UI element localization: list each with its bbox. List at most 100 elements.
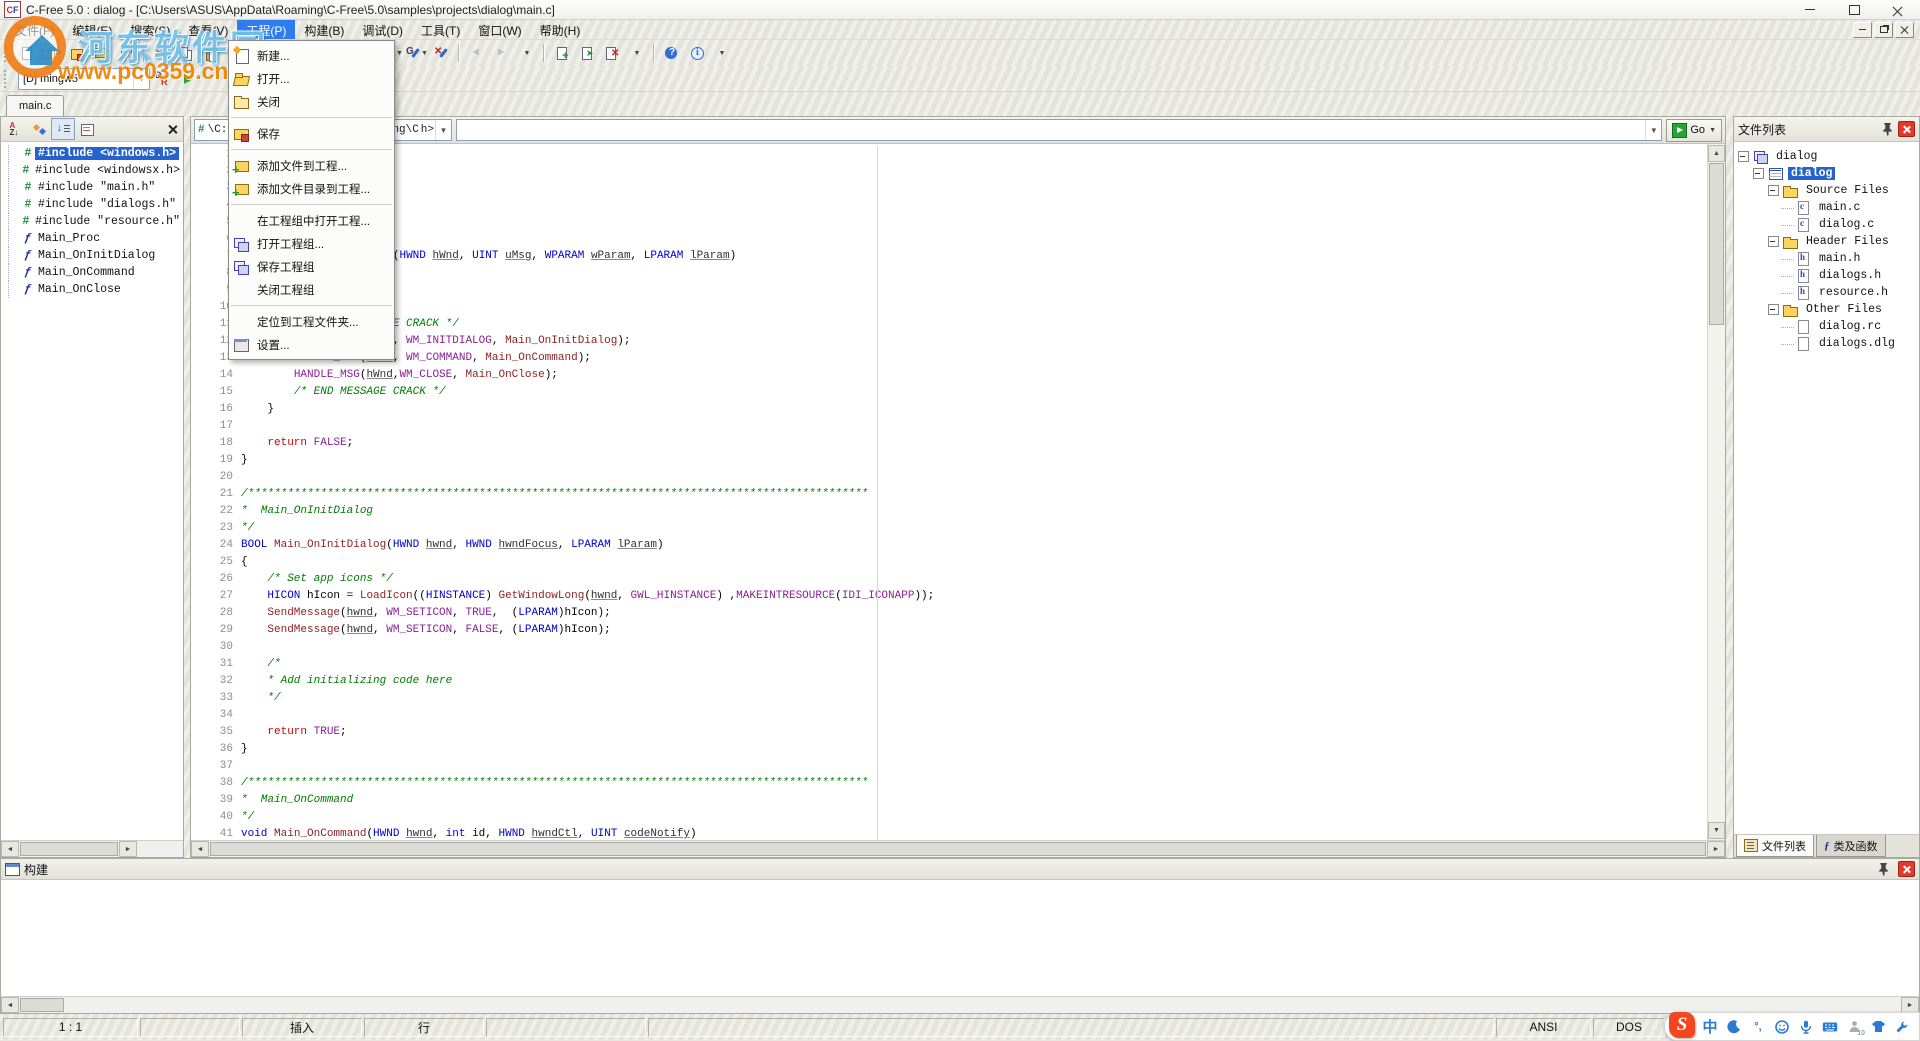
new-file-button[interactable] bbox=[14, 41, 39, 65]
help-more-button[interactable]: ▼ bbox=[709, 41, 734, 65]
symbol-panel-hscrollbar[interactable]: ◄ ► bbox=[1, 840, 183, 857]
chevron-down-icon[interactable]: ▼ bbox=[1645, 120, 1661, 140]
sort-file-order-button[interactable] bbox=[51, 118, 75, 140]
scroll-left-icon[interactable]: ◄ bbox=[1, 997, 19, 1013]
file-tree-item[interactable]: dialog.c bbox=[1738, 216, 1919, 233]
mdi-minimize-button[interactable] bbox=[1853, 22, 1872, 38]
menubar-item-w[interactable]: 窗口(W) bbox=[469, 20, 530, 39]
build-panel-hscrollbar[interactable]: ◄ ► bbox=[1, 996, 1919, 1013]
emoji-icon[interactable] bbox=[1773, 1017, 1791, 1037]
build-output-area[interactable] bbox=[1, 880, 1919, 996]
skin-icon[interactable] bbox=[1869, 1017, 1887, 1037]
navigate-back-button[interactable] bbox=[464, 41, 489, 65]
scroll-left-icon[interactable]: ◄ bbox=[191, 841, 209, 857]
menubar-item-t[interactable]: 工具(T) bbox=[412, 20, 469, 39]
half-moon-icon[interactable] bbox=[1725, 1017, 1743, 1037]
search-combo[interactable]: ▼ bbox=[456, 119, 1662, 141]
symbol-item[interactable]: ƒMain_OnCommand bbox=[3, 264, 183, 281]
symbol-details-button[interactable] bbox=[75, 118, 99, 140]
scroll-up-icon[interactable]: ▲ bbox=[1708, 145, 1725, 162]
symbol-item[interactable]: ƒMain_OnClose bbox=[3, 281, 183, 298]
file-tree-item[interactable]: dialogs.dlg bbox=[1738, 335, 1919, 352]
minimize-button[interactable] bbox=[1788, 0, 1832, 20]
sort-alphabetic-button[interactable] bbox=[3, 118, 27, 140]
file-tree-item[interactable]: dialog bbox=[1738, 148, 1919, 165]
menubar-item-d[interactable]: 调试(D) bbox=[353, 20, 412, 39]
keyboard-icon[interactable] bbox=[1821, 1017, 1839, 1037]
pin-icon[interactable] bbox=[1875, 861, 1891, 877]
menubar-item-f[interactable]: 文件(F) bbox=[6, 20, 63, 39]
symbol-item[interactable]: ##include <windowsx.h> bbox=[3, 162, 183, 179]
menu-item-[interactable]: 在工程组中打开工程... bbox=[229, 209, 394, 232]
symbol-item[interactable]: ##include "resource.h" bbox=[3, 213, 183, 230]
navigate-forward-button[interactable] bbox=[489, 41, 514, 65]
symbol-panel-close-button[interactable] bbox=[163, 120, 181, 138]
help-button[interactable] bbox=[659, 41, 684, 65]
print-button[interactable] bbox=[114, 41, 139, 65]
remove-file-button[interactable] bbox=[599, 41, 624, 65]
collapse-icon[interactable] bbox=[1738, 151, 1749, 162]
scroll-thumb[interactable] bbox=[210, 842, 1706, 856]
scroll-thumb[interactable] bbox=[1709, 163, 1724, 325]
collapse-icon[interactable] bbox=[1768, 236, 1779, 247]
mdi-restore-button[interactable] bbox=[1874, 22, 1893, 38]
symbol-item[interactable]: ƒMain_OnInitDialog bbox=[3, 247, 183, 264]
close-button[interactable] bbox=[1876, 0, 1920, 20]
menu-item-[interactable]: 定位到工程文件夹... bbox=[229, 310, 394, 333]
tab-file-list[interactable]: 文件列表 bbox=[1736, 835, 1814, 857]
menubar-item-v[interactable]: 查看(V) bbox=[179, 20, 237, 39]
scroll-right-icon[interactable]: ► bbox=[1901, 997, 1919, 1013]
menubar-item-e[interactable]: 编辑(E) bbox=[63, 20, 121, 39]
editor-hscrollbar[interactable]: ◄ ► bbox=[191, 840, 1725, 857]
menu-item-open-workspace[interactable]: 打开工程组... bbox=[229, 232, 394, 255]
per-user-mode-icon[interactable]: 10 bbox=[1845, 1017, 1863, 1037]
file-tree-item[interactable]: dialog bbox=[1738, 165, 1919, 182]
toolbar-grip[interactable] bbox=[4, 44, 10, 62]
file-panel-close-button[interactable] bbox=[1898, 121, 1915, 137]
code-text-area[interactable]: 1#include <windows.h>2#include <windowsx… bbox=[191, 146, 1708, 840]
scroll-left-icon[interactable]: ◄ bbox=[1, 841, 19, 857]
paste-button[interactable] bbox=[199, 41, 224, 65]
right-splitter[interactable] bbox=[1726, 116, 1733, 858]
scroll-thumb[interactable] bbox=[20, 998, 64, 1012]
symbol-item[interactable]: ##include "dialogs.h" bbox=[3, 196, 183, 213]
collapse-icon[interactable] bbox=[1768, 185, 1779, 196]
cut-button[interactable] bbox=[149, 41, 174, 65]
menu-item-add-folder-to-project[interactable]: 添加文件目录到工程... bbox=[229, 177, 394, 200]
scroll-down-icon[interactable]: ▼ bbox=[1708, 822, 1725, 839]
cancel-search-button[interactable] bbox=[429, 41, 454, 65]
file-tree-item[interactable]: resource.h bbox=[1738, 284, 1919, 301]
chinese-mode-icon[interactable]: 中 bbox=[1701, 1017, 1719, 1037]
switch-debug-release-button[interactable] bbox=[150, 67, 175, 91]
project-more-button[interactable]: ▼ bbox=[624, 41, 649, 65]
maximize-button[interactable] bbox=[1832, 0, 1876, 20]
menu-item-close-project[interactable]: 关闭 bbox=[229, 90, 394, 113]
menu-item-new-project[interactable]: 新建... bbox=[229, 44, 394, 67]
file-tree-item[interactable]: main.h bbox=[1738, 250, 1919, 267]
about-button[interactable] bbox=[684, 41, 709, 65]
menu-item-add-files-to-project[interactable]: 添加文件到工程... bbox=[229, 154, 394, 177]
file-tree-item[interactable]: main.c bbox=[1738, 199, 1919, 216]
menu-item-open-project[interactable]: 打开... bbox=[229, 67, 394, 90]
file-tree-item[interactable]: Header Files bbox=[1738, 233, 1919, 250]
save-all-button[interactable] bbox=[89, 41, 114, 65]
collapse-icon[interactable] bbox=[1768, 304, 1779, 315]
export-file-button[interactable] bbox=[574, 41, 599, 65]
sogou-logo-icon[interactable]: S bbox=[1669, 1012, 1695, 1038]
menubar-item-p[interactable]: 工程(P) bbox=[237, 20, 295, 39]
tab-main-c[interactable]: main.c bbox=[6, 95, 64, 116]
menubar-item-b[interactable]: 构建(B) bbox=[295, 20, 353, 39]
menu-item-save-workspace[interactable]: 保存工程组 bbox=[229, 255, 394, 278]
tab-classes-functions[interactable]: ƒ类及函数 bbox=[1816, 835, 1886, 857]
navigate-more-button[interactable]: ▼ bbox=[514, 41, 539, 65]
symbol-item[interactable]: ##include <windows.h> bbox=[3, 145, 183, 162]
file-tree-item[interactable]: Other Files bbox=[1738, 301, 1919, 318]
symbol-item[interactable]: ƒMain_Proc bbox=[3, 230, 183, 247]
mdi-close-button[interactable] bbox=[1895, 22, 1914, 38]
group-by-kind-button[interactable] bbox=[27, 118, 51, 140]
menu-item-[interactable]: 关闭工程组 bbox=[229, 278, 394, 301]
add-file-to-project-button[interactable] bbox=[549, 41, 574, 65]
run-button[interactable] bbox=[175, 67, 200, 91]
build-panel-close-button[interactable] bbox=[1898, 861, 1915, 877]
scroll-right-icon[interactable]: ► bbox=[119, 841, 137, 857]
